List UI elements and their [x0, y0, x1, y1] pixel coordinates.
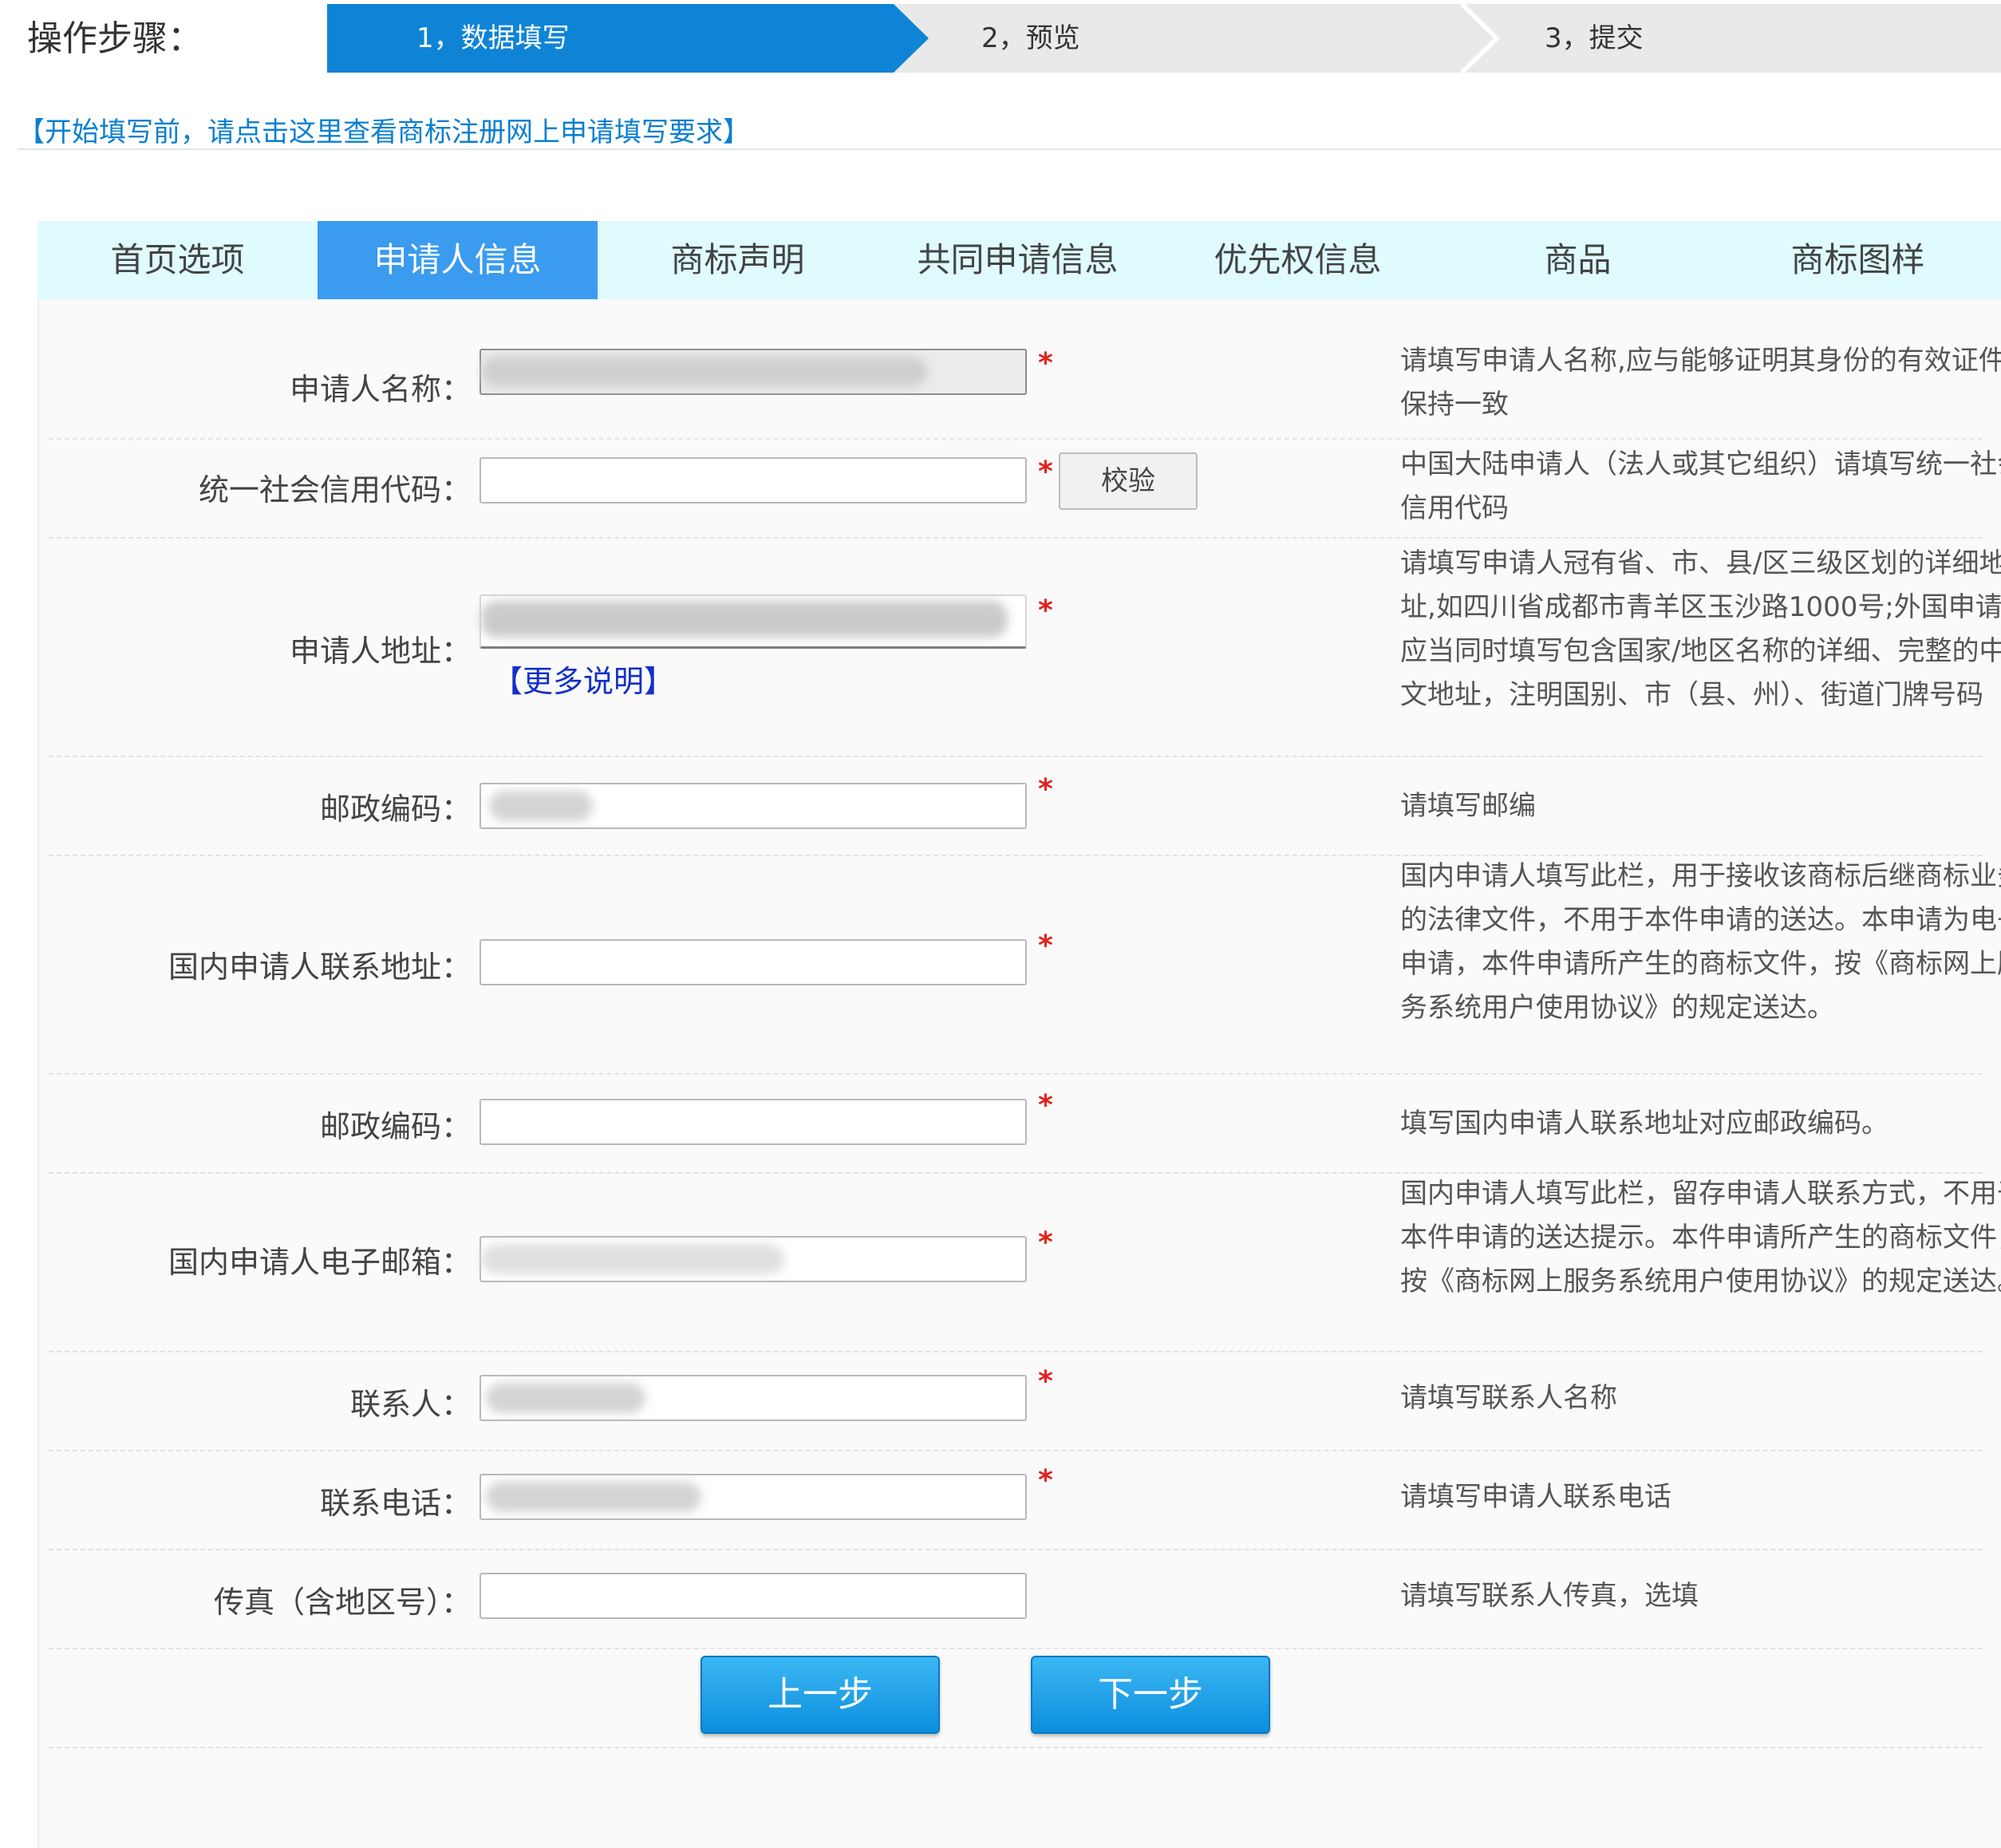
- domestic-address-label: 国内申请人联系地址：: [168, 950, 472, 985]
- tab-trademark-image[interactable]: 商标图样: [1718, 221, 1998, 299]
- row-applicant-address: 申请人地址： * 【更多说明】 请填写申请人冠有省、市、县/区三级区划的详细地址…: [49, 539, 2001, 757]
- required-mark: *: [1038, 1365, 1053, 1398]
- credit-code-input[interactable]: [480, 457, 1027, 503]
- fax-help: 请填写联系人传真，选填: [1400, 1580, 1699, 1612]
- required-mark: *: [1038, 347, 1053, 380]
- step-1-label[interactable]: 1，数据填写: [416, 4, 570, 73]
- domestic-postal-code-help: 填写国内申请人联系地址对应邮政编码。: [1400, 1108, 1889, 1139]
- required-mark: *: [1038, 930, 1053, 962]
- prev-step-button[interactable]: 上一步: [701, 1656, 940, 1734]
- form-tabs: 首页选项 申请人信息 商标声明 共同申请信息 优先权信息 商品 商标图样: [37, 221, 2001, 299]
- contact-phone-help: 请填写申请人联系电话: [1400, 1481, 1671, 1513]
- verify-button[interactable]: 校验: [1059, 452, 1198, 510]
- applicant-form: 申请人名称： * 请填写申请人名称,应与能够证明其身份的有效证件保持一致 统一社…: [37, 299, 2001, 1848]
- steps-arrows: [327, 4, 1501, 73]
- tab-applicant-info[interactable]: 申请人信息: [318, 221, 598, 299]
- redacted-value: [486, 1482, 701, 1512]
- tab-priority-info[interactable]: 优先权信息: [1158, 221, 1438, 299]
- applicant-address-help: 请填写申请人冠有省、市、县/区三级区划的详细地址,如四川省成都市青羊区玉沙路10…: [1400, 547, 2001, 711]
- tab-trademark-declaration[interactable]: 商标声明: [598, 221, 878, 299]
- tab-goods[interactable]: 商品: [1438, 221, 1718, 299]
- row-contact-person: 联系人： * 请填写联系人名称: [49, 1352, 1983, 1451]
- row-domestic-postal-code: 邮政编码： * 填写国内申请人联系地址对应邮政编码。: [49, 1075, 1983, 1174]
- redacted-value: [486, 1383, 645, 1413]
- domestic-postal-code-input[interactable]: [480, 1099, 1027, 1145]
- step-2-label[interactable]: 2，预览: [981, 4, 1080, 73]
- step-separator-icon: [1459, 4, 1501, 73]
- contact-person-input[interactable]: [480, 1375, 1027, 1421]
- email-input[interactable]: [480, 1236, 1027, 1282]
- steps-label: 操作步骤：: [27, 18, 203, 59]
- applicant-address-label: 申请人地址：: [289, 634, 472, 669]
- row-fax: 传真（含地区号）： 请填写联系人传真，选填: [49, 1550, 1983, 1649]
- redacted-value: [481, 601, 1008, 638]
- contact-person-label: 联系人：: [349, 1387, 472, 1422]
- row-applicant-name: 申请人名称： * 请填写申请人名称,应与能够证明其身份的有效证件保持一致: [49, 345, 2001, 440]
- domestic-address-help: 国内申请人填写此栏，用于接收该商标后继商标业务的法律文件，不用于本件申请的送达。…: [1400, 860, 2001, 1024]
- tab-joint-application[interactable]: 共同申请信息: [878, 221, 1158, 299]
- applicant-name-input[interactable]: [480, 349, 1027, 395]
- row-domestic-address: 国内申请人联系地址： * 国内申请人填写此栏，用于接收该商标后继商标业务的法律文…: [49, 856, 2001, 1075]
- applicant-name-label: 申请人名称：: [289, 372, 472, 407]
- row-buttons: [49, 1649, 1983, 1748]
- fax-input[interactable]: [480, 1573, 1027, 1619]
- filling-requirements-link[interactable]: 【开始填写前，请点击这里查看商标注册网上申请填写要求】: [18, 110, 750, 149]
- applicant-name-help: 请填写申请人名称,应与能够证明其身份的有效证件保持一致: [1400, 345, 2001, 421]
- email-label: 国内申请人电子邮箱：: [168, 1245, 472, 1280]
- required-mark: *: [1038, 1089, 1053, 1122]
- domestic-postal-code-label: 邮政编码：: [319, 1109, 472, 1144]
- postal-code-input[interactable]: [480, 783, 1027, 829]
- credit-code-label: 统一社会信用代码：: [198, 472, 472, 507]
- fax-label: 传真（含地区号）：: [213, 1585, 472, 1620]
- redacted-value: [489, 791, 593, 821]
- required-mark: *: [1038, 456, 1053, 488]
- row-postal-code: 邮政编码： * 请填写邮编: [49, 757, 1983, 856]
- next-step-button[interactable]: 下一步: [1031, 1656, 1270, 1734]
- applicant-address-input[interactable]: [480, 594, 1027, 649]
- postal-code-help: 请填写邮编: [1400, 790, 1536, 822]
- domestic-address-input[interactable]: [480, 939, 1027, 985]
- row-contact-phone: 联系电话： * 请填写申请人联系电话: [49, 1451, 1983, 1550]
- contact-phone-input[interactable]: [480, 1474, 1027, 1520]
- more-info-link[interactable]: 【更多说明】: [492, 657, 674, 701]
- email-help: 国内申请人填写此栏，留存申请人联系方式，不用于本件申请的送达提示。本件申请所产生…: [1400, 1178, 2001, 1297]
- redacted-value: [481, 1244, 784, 1274]
- divider: [18, 148, 2001, 150]
- contact-phone-label: 联系电话：: [319, 1486, 472, 1521]
- row-credit-code: 统一社会信用代码： * 校验 中国大陆申请人（法人或其它组织）请填写统一社会信用…: [49, 440, 2001, 539]
- steps-bar: 1，数据填写 2，预览 3，提交: [327, 4, 2001, 73]
- required-mark: *: [1038, 1226, 1053, 1259]
- tab-home-options[interactable]: 首页选项: [37, 221, 318, 299]
- postal-code-label: 邮政编码：: [319, 792, 472, 827]
- row-email: 国内申请人电子邮箱： * 国内申请人填写此栏，留存申请人联系方式，不用于本件申请…: [49, 1174, 2001, 1352]
- step-3-label[interactable]: 3，提交: [1545, 4, 1644, 73]
- required-mark: *: [1038, 773, 1053, 806]
- required-mark: *: [1038, 594, 1053, 627]
- contact-person-help: 请填写联系人名称: [1400, 1382, 1617, 1414]
- redacted-value: [481, 357, 928, 387]
- credit-code-help: 中国大陆申请人（法人或其它组织）请填写统一社会信用代码: [1400, 448, 2001, 524]
- required-mark: *: [1038, 1464, 1053, 1497]
